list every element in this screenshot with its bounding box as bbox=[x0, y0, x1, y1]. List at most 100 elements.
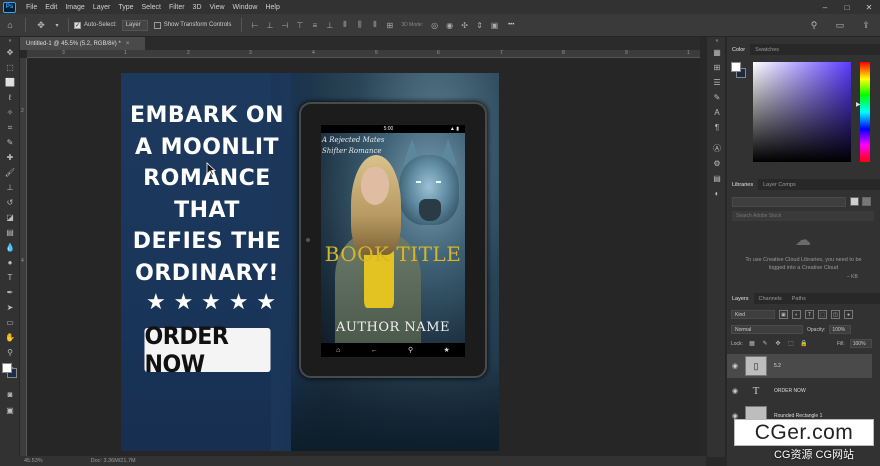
paths-icon[interactable]: ✎ bbox=[707, 90, 727, 105]
rectangle-tool-icon[interactable]: ▭ bbox=[0, 315, 20, 330]
artboard-tool-icon[interactable]: ⬚ bbox=[0, 60, 20, 75]
auto-select-checkbox[interactable]: ✓ bbox=[74, 21, 81, 29]
hand-tool-icon[interactable]: ✋ bbox=[0, 330, 20, 345]
maximize-button[interactable]: □ bbox=[836, 0, 858, 14]
blend-mode-dropdown[interactable]: Normal bbox=[731, 325, 803, 334]
type-tool-icon[interactable]: T bbox=[0, 270, 20, 285]
minimize-button[interactable]: – bbox=[814, 0, 836, 14]
tab-swatches[interactable]: Swatches bbox=[750, 44, 784, 55]
filter-type-icon[interactable]: T bbox=[805, 310, 814, 319]
zoom-level[interactable]: 45.53% bbox=[24, 458, 43, 464]
hue-slider[interactable] bbox=[860, 62, 870, 162]
pen-tool-icon[interactable]: ✒ bbox=[0, 285, 20, 300]
filter-toggle-icon[interactable]: ● bbox=[844, 310, 853, 319]
photoshop-logo[interactable]: Ps bbox=[3, 1, 16, 13]
home-icon[interactable]: ⌂ bbox=[3, 18, 17, 32]
screen-mode-icon[interactable]: ▣ bbox=[0, 403, 20, 418]
glyphs-icon[interactable]: Ⓐ bbox=[707, 141, 727, 156]
align-vcenter-icon[interactable]: ≡ bbox=[309, 20, 320, 30]
lock-pixels-icon[interactable]: ▦ bbox=[748, 340, 756, 348]
align-bottom-icon[interactable]: ⊥ bbox=[324, 20, 335, 30]
crop-tool-icon[interactable]: ⌗ bbox=[0, 120, 20, 135]
scale-3d-icon[interactable]: ▣ bbox=[489, 20, 500, 30]
filter-shape-icon[interactable]: ⬚ bbox=[818, 310, 827, 319]
history-icon[interactable]: ▦ bbox=[707, 45, 727, 60]
tab-layer-comps[interactable]: Layer Comps bbox=[758, 179, 801, 190]
close-window-button[interactable]: ✕ bbox=[858, 0, 880, 14]
visibility-eye-icon[interactable]: ◉ bbox=[729, 362, 741, 370]
search-icon[interactable]: ⚲ bbox=[807, 18, 821, 32]
menu-type[interactable]: Type bbox=[114, 4, 137, 11]
lock-all-icon[interactable]: 🔒 bbox=[800, 340, 808, 348]
align-right-icon[interactable]: ⊣ bbox=[279, 20, 290, 30]
horizontal-ruler[interactable]: 3 1 2 3 4 5 6 7 8 9 1 bbox=[27, 50, 700, 58]
more-options-button[interactable]: ••• bbox=[508, 22, 514, 28]
filter-smart-object-icon[interactable]: ◫ bbox=[831, 310, 840, 319]
align-top-icon[interactable]: ⊤ bbox=[294, 20, 305, 30]
clone-stamp-icon[interactable]: ⊥ bbox=[0, 180, 20, 195]
artboard[interactable]: EMBARK ON A MOONLIT ROMANCE THAT DEFIES … bbox=[121, 73, 499, 451]
auto-select-target-dropdown[interactable]: Layer bbox=[121, 19, 148, 31]
menu-select[interactable]: Select bbox=[138, 4, 165, 11]
distribute-spacing-icon[interactable]: ⊞ bbox=[384, 20, 395, 30]
library-dropdown[interactable] bbox=[732, 197, 846, 207]
quick-mask-icon[interactable]: ◙ bbox=[0, 387, 20, 402]
paragraph-icon[interactable]: ¶ bbox=[707, 120, 727, 135]
toolbar-collapse-icon[interactable]: » bbox=[0, 37, 20, 45]
list-view-icon[interactable] bbox=[862, 197, 871, 206]
vertical-ruler[interactable]: 2 4 bbox=[20, 58, 27, 456]
library-search-input[interactable]: Search Adobe Stock bbox=[732, 211, 874, 221]
zoom-tool-icon[interactable]: ⚲ bbox=[0, 345, 20, 360]
filter-adjustment-icon[interactable]: ◐ bbox=[792, 310, 801, 319]
path-selection-icon[interactable]: ➤ bbox=[0, 300, 20, 315]
align-left-icon[interactable]: ⊢ bbox=[249, 20, 260, 30]
layer-row[interactable]: ◉ T ORDER NOW bbox=[727, 379, 872, 403]
menu-filter[interactable]: Filter bbox=[165, 4, 189, 11]
drag-3d-icon[interactable]: ✣ bbox=[459, 20, 470, 30]
distribute-vertical-icon[interactable]: ⫼ bbox=[354, 20, 365, 30]
menu-image[interactable]: Image bbox=[61, 4, 88, 11]
libraries-icon[interactable]: ▤ bbox=[707, 171, 727, 186]
properties-icon[interactable]: ⚙ bbox=[707, 156, 727, 171]
marquee-tool-icon[interactable]: ⬜ bbox=[0, 75, 20, 90]
move-tool-icon[interactable]: ✥ bbox=[34, 18, 48, 32]
chevron-down-icon[interactable]: ▾ bbox=[54, 18, 60, 32]
show-transform-checkbox[interactable] bbox=[153, 21, 161, 29]
eyedropper-tool-icon[interactable]: ✎ bbox=[0, 135, 20, 150]
move-tool-icon[interactable]: ✥ bbox=[0, 45, 20, 60]
fill-field[interactable]: 100% bbox=[849, 339, 872, 348]
opacity-field[interactable]: 100% bbox=[829, 325, 852, 334]
strip-collapse-icon[interactable]: « bbox=[707, 37, 727, 45]
lock-artboard-icon[interactable]: ⬚ bbox=[787, 340, 795, 348]
tab-layers[interactable]: Layers bbox=[727, 293, 754, 304]
layer-row[interactable]: ◉ ▯ 5.2 bbox=[727, 354, 872, 378]
tab-libraries[interactable]: Libraries bbox=[727, 179, 759, 190]
visibility-eye-icon[interactable]: ◉ bbox=[729, 387, 741, 395]
roll-3d-icon[interactable]: ◉ bbox=[444, 20, 455, 30]
foreground-color-swatch[interactable] bbox=[731, 62, 741, 72]
menu-window[interactable]: Window bbox=[229, 4, 262, 11]
eraser-tool-icon[interactable]: ◪ bbox=[0, 210, 20, 225]
lasso-tool-icon[interactable]: ℓ bbox=[0, 90, 20, 105]
blur-tool-icon[interactable]: 💧 bbox=[0, 240, 20, 255]
lock-brush-icon[interactable]: ✎ bbox=[761, 340, 769, 348]
lock-position-icon[interactable]: ✥ bbox=[774, 340, 782, 348]
distribute-icon[interactable]: ⫴ bbox=[339, 20, 350, 30]
menu-3d[interactable]: 3D bbox=[189, 4, 206, 11]
orbit-3d-icon[interactable]: ◎ bbox=[429, 20, 440, 30]
distribute-horizontal-icon[interactable]: ⫴ bbox=[369, 20, 380, 30]
brush-tool-icon[interactable]: 🖌 bbox=[0, 165, 20, 180]
color-picker-field[interactable] bbox=[753, 62, 851, 162]
menu-view[interactable]: View bbox=[206, 4, 229, 11]
tab-paths[interactable]: Paths bbox=[787, 293, 811, 304]
document-size[interactable]: Doc: 3.36M/21.7M bbox=[91, 458, 136, 464]
gradient-tool-icon[interactable]: ▤ bbox=[0, 225, 20, 240]
dodge-tool-icon[interactable]: ● bbox=[0, 255, 20, 270]
history-brush-icon[interactable]: ↺ bbox=[0, 195, 20, 210]
tab-channels[interactable]: Channels bbox=[754, 293, 787, 304]
menu-edit[interactable]: Edit bbox=[41, 4, 61, 11]
document-tab[interactable]: Untitled-1 @ 45.5% (5.2, RGB/8#) * × bbox=[20, 37, 145, 50]
character-icon[interactable]: A bbox=[707, 105, 727, 120]
menu-help[interactable]: Help bbox=[261, 4, 283, 11]
slide-3d-icon[interactable]: ⇕ bbox=[474, 20, 485, 30]
